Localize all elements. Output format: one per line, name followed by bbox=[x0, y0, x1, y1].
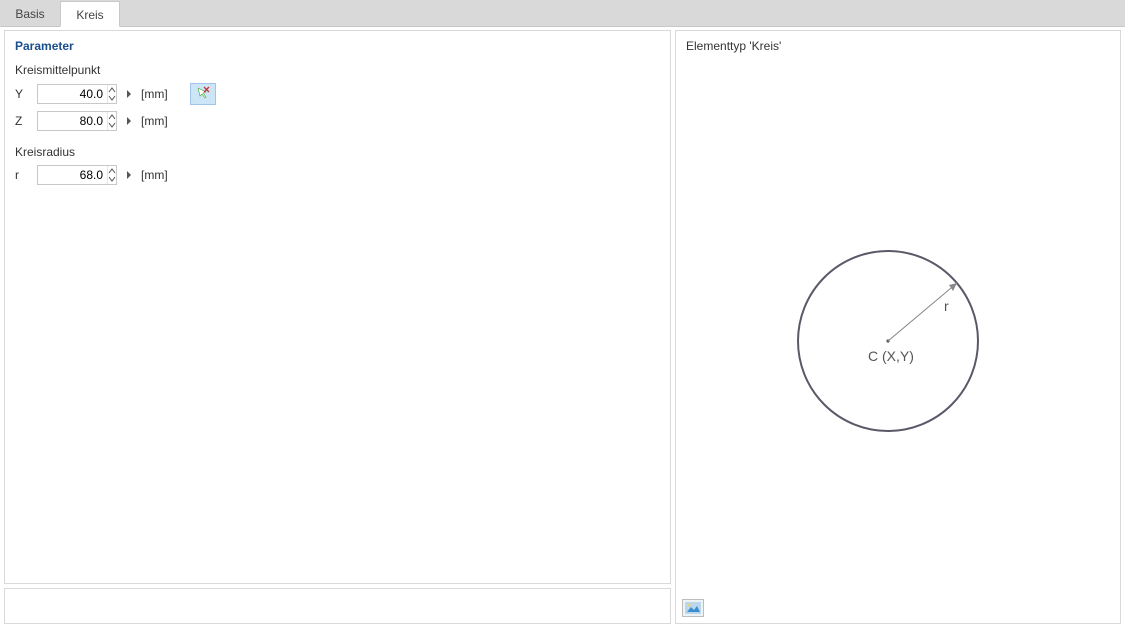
right-column: Elementtyp 'Kreis' r C (X,Y) bbox=[675, 27, 1125, 628]
y-more-button[interactable] bbox=[123, 84, 135, 104]
z-spinner[interactable] bbox=[107, 112, 116, 130]
param-label-z: Z bbox=[15, 114, 31, 128]
r-spinner[interactable] bbox=[107, 166, 116, 184]
pick-point-button[interactable] bbox=[190, 83, 216, 105]
y-unit: [mm] bbox=[141, 87, 168, 101]
param-row-y: Y [mm] bbox=[15, 83, 660, 105]
preview-panel: Elementtyp 'Kreis' r C (X,Y) bbox=[675, 30, 1121, 624]
param-label-y: Y bbox=[15, 87, 31, 101]
center-label-text: C (X,Y) bbox=[868, 348, 914, 364]
r-input-wrap bbox=[37, 165, 117, 185]
r-input[interactable] bbox=[38, 166, 107, 184]
y-input-wrap bbox=[37, 84, 117, 104]
z-more-button[interactable] bbox=[123, 111, 135, 131]
tab-kreis[interactable]: Kreis bbox=[60, 1, 120, 27]
left-column: Parameter Kreismittelpunkt Y [mm] bbox=[0, 27, 675, 628]
circle-diagram: r C (X,Y) bbox=[768, 211, 1028, 451]
cursor-pick-icon bbox=[195, 86, 211, 102]
r-more-button[interactable] bbox=[123, 165, 135, 185]
z-unit: [mm] bbox=[141, 114, 168, 128]
preview-toggle-button[interactable] bbox=[682, 599, 704, 617]
param-row-r: r [mm] bbox=[15, 165, 660, 185]
z-input-wrap bbox=[37, 111, 117, 131]
y-spinner[interactable] bbox=[107, 85, 116, 103]
parameter-panel: Parameter Kreismittelpunkt Y [mm] bbox=[4, 30, 671, 584]
y-input[interactable] bbox=[38, 85, 107, 103]
image-icon bbox=[685, 602, 701, 614]
param-label-r: r bbox=[15, 168, 31, 182]
z-input[interactable] bbox=[38, 112, 107, 130]
tab-bar: Basis Kreis bbox=[0, 0, 1125, 27]
group-label-center: Kreismittelpunkt bbox=[15, 63, 660, 77]
preview-title: Elementtyp 'Kreis' bbox=[686, 39, 1110, 53]
param-row-z: Z [mm] bbox=[15, 111, 660, 131]
parameter-heading: Parameter bbox=[15, 39, 660, 53]
bottom-panel bbox=[4, 588, 671, 624]
group-label-radius: Kreisradius bbox=[15, 145, 660, 159]
r-unit: [mm] bbox=[141, 168, 168, 182]
work-area: Parameter Kreismittelpunkt Y [mm] bbox=[0, 27, 1125, 628]
tab-basis[interactable]: Basis bbox=[0, 0, 60, 26]
radius-label-text: r bbox=[944, 298, 949, 314]
